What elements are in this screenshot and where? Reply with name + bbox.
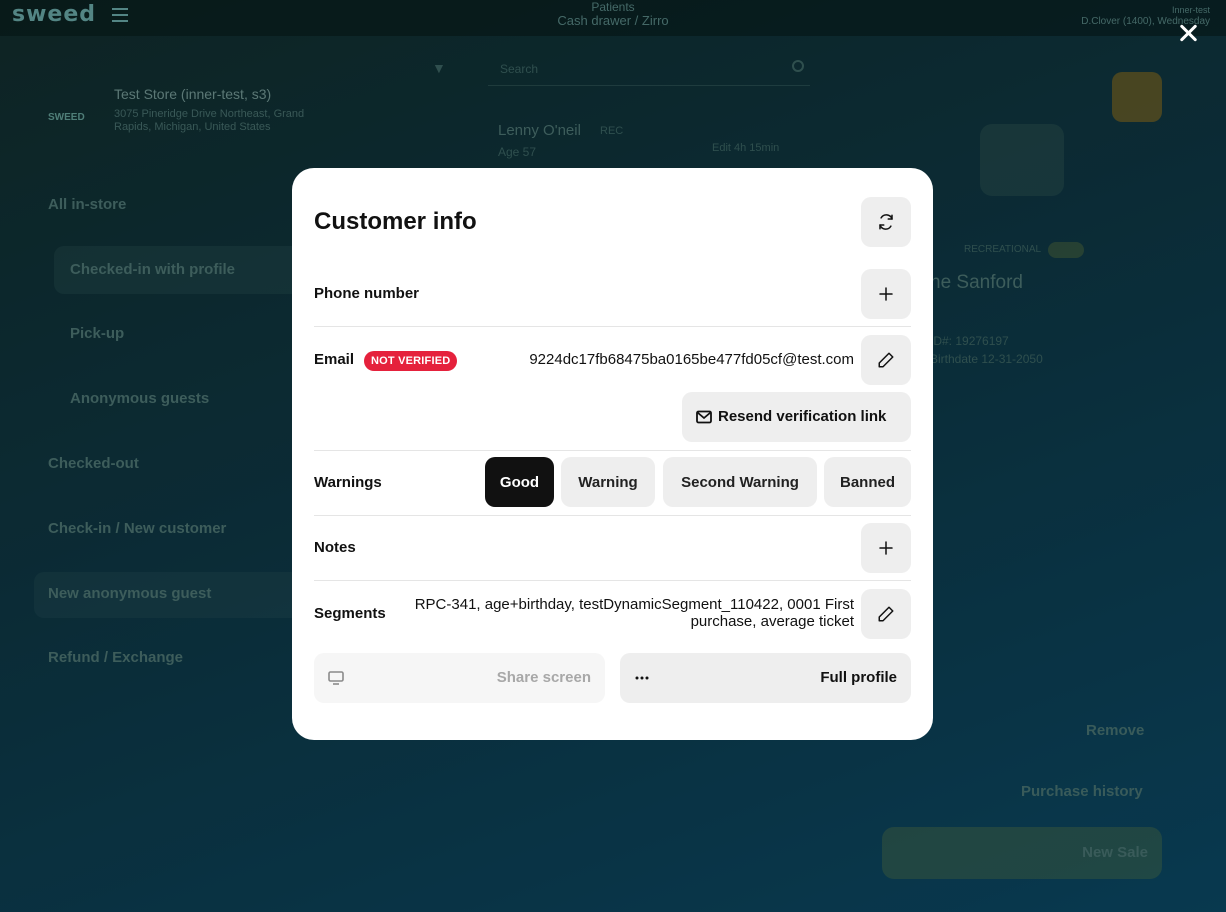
- plus-icon: [879, 541, 893, 555]
- email-status-badge: NOT VERIFIED: [364, 351, 458, 371]
- full-profile-button[interactable]: Full profile: [620, 653, 911, 703]
- plus-icon: [879, 287, 893, 301]
- warning-option-good[interactable]: Good: [485, 457, 554, 507]
- share-screen-label: Share screen: [496, 669, 591, 686]
- divider: [314, 515, 911, 516]
- pencil-icon: [878, 352, 894, 368]
- refresh-icon: [879, 214, 893, 230]
- pencil-icon: [878, 606, 894, 622]
- full-profile-label: Full profile: [820, 669, 897, 686]
- warning-option-second[interactable]: Second Warning: [663, 457, 817, 507]
- more-dots-icon: [635, 676, 649, 680]
- divider: [314, 580, 911, 581]
- customer-info-modal: Customer info Phone number Email NOT VER…: [292, 168, 933, 740]
- edit-segments-button[interactable]: [861, 589, 911, 639]
- warnings-label: Warnings: [314, 474, 382, 491]
- notes-label: Notes: [314, 539, 356, 556]
- edit-email-button[interactable]: [861, 335, 911, 385]
- monitor-icon: [328, 671, 344, 685]
- divider: [314, 326, 911, 327]
- add-phone-button[interactable]: [861, 269, 911, 319]
- resend-label: Resend verification link: [718, 408, 887, 425]
- share-screen-button[interactable]: Share screen: [314, 653, 605, 703]
- add-note-button[interactable]: [861, 523, 911, 573]
- segments-label: Segments: [314, 605, 386, 622]
- close-icon[interactable]: [1176, 20, 1202, 46]
- divider: [314, 450, 911, 451]
- email-label: Email: [314, 351, 355, 368]
- phone-label: Phone number: [314, 285, 420, 302]
- refresh-button[interactable]: [861, 197, 911, 247]
- resend-verification-button[interactable]: Resend verification link: [682, 392, 911, 442]
- warning-option-banned[interactable]: Banned: [824, 457, 911, 507]
- email-value: 9224dc17fb68475ba0165be477fd05cf@test.co…: [529, 351, 854, 368]
- warning-option-warning[interactable]: Warning: [561, 457, 655, 507]
- segments-value: RPC-341, age+birthday, testDynamicSegmen…: [414, 596, 854, 630]
- mail-icon: [696, 410, 712, 424]
- modal-title: Customer info: [314, 208, 477, 235]
